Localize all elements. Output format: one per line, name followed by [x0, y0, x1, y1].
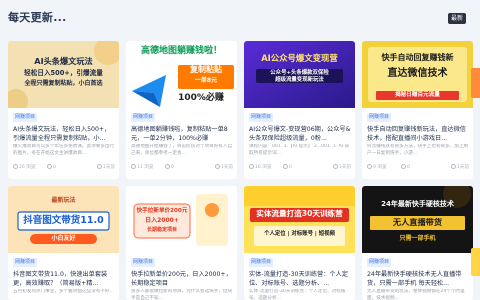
card-title[interactable]: 快手自动回复赚钱新玩法，直达微信技术，搭配直播间小游戏日...	[367, 125, 469, 143]
thumbnail-line: 揭秘日赚百元流量	[395, 92, 440, 98]
clock-icon	[332, 164, 338, 169]
comment-icon	[401, 164, 406, 169]
category-tag[interactable]: 网赚项目	[249, 258, 274, 267]
thumbnail-line: 复制粘贴	[190, 65, 222, 74]
card-thumbnail[interactable]: 抖音图文带货11.0 最新玩法 小白友好	[8, 186, 119, 253]
thumbnail-line: 公众号+头条爆款双保险	[270, 70, 329, 76]
article-card[interactable]: 快手拉新单价200元 日入2000+ 长期稳定项目 网赚项目 快手拉新单价200…	[126, 186, 237, 300]
category-tag[interactable]: 网赚项目	[367, 258, 392, 267]
thumbnail-headline: AI公众号爆文变现营	[261, 53, 338, 63]
thumbnail-line: 个人定位 | 对标账号 | 短视频	[264, 231, 335, 237]
card-description: 做火爆项目可以多个年任多免费课。此项要多出行的图片，冬在开始这文主讲爆款目...	[13, 144, 115, 156]
card-title[interactable]: 实体-流量打造-30天训练营：个人定位、对标账号、选题分析、...	[249, 270, 351, 288]
view-count: 11 浏览	[137, 165, 154, 170]
thumbnail-line: 长期稳定项目	[146, 227, 177, 233]
card-description: 五月初发热点门事业，多个雅项面这些没有不好...	[13, 289, 114, 294]
eye-icon	[13, 164, 18, 169]
post-date: 1天前	[338, 165, 351, 170]
thumbnail-headline: 快手自动回复赚钱新	[381, 53, 454, 62]
comment-count: 0	[289, 165, 292, 170]
card-title[interactable]: 快手拉新单价200元，日入2000+，长期稳定项目	[131, 270, 233, 288]
view-count: 26 浏览	[19, 165, 36, 170]
latest-button[interactable]: 最新	[447, 13, 466, 24]
clock-icon	[214, 164, 220, 169]
side-tab[interactable]	[471, 248, 480, 276]
thumbnail-line: 100%必赚	[178, 93, 224, 103]
card-thumbnail[interactable]: 高德地图躺赚钱啦！ 复制粘贴 一单8元 100%必赚	[126, 41, 237, 108]
card-meta: 26 浏览 0 1天前	[13, 164, 115, 172]
card-description: 课程内容：001. 1.【AI 提示】 2...001. 1. AI 获取所有提…	[249, 144, 350, 156]
card-title[interactable]: AI公众号爆文-变现营06期，公众号&头条双保险超级流量，0粉...	[249, 125, 351, 143]
eye-icon	[367, 164, 372, 169]
article-card[interactable]: AI公众号爆文变现营 公众号+头条爆款双保险 超级流量变现新玩法 网赚项目 AI…	[244, 41, 355, 179]
article-card[interactable]: 实体流量打造30天训练营 个人定位 | 对标账号 | 短视频 网赚项目 实体-流…	[244, 186, 355, 300]
card-description: 很多人都很做拉新的项目，为什么会选快手，但快手是自己不知...	[131, 289, 233, 300]
thumbnail-line: 轻松日入500+，引爆流量	[24, 69, 103, 77]
thumbnail-line: 无人直播带货	[392, 217, 443, 227]
category-tag[interactable]: 网赚项目	[367, 113, 392, 122]
card-title[interactable]: 24年最新快手硬核技术无人直播带货，只需一部手机 每天轻松...	[367, 270, 469, 288]
post-date: 1天前	[456, 165, 469, 170]
thumbnail-line: 只需一部手机	[399, 235, 436, 242]
post-date: 1天前	[102, 165, 115, 170]
thumbnail-headline: 抖音图文带货11.0	[23, 215, 104, 226]
card-thumbnail[interactable]: 实体流量打造30天训练营 个人定位 | 对标账号 | 短视频	[244, 186, 355, 253]
thumbnail-line: 日入2000+	[145, 217, 179, 224]
comment-count: 0	[407, 165, 410, 170]
card-meta: 9 浏览 0 1天前	[367, 164, 469, 172]
comment-icon	[165, 164, 170, 169]
view-count: 16 浏览	[255, 165, 272, 170]
card-thumbnail[interactable]: 24年最新快手硬核技术 无人直播带货 只需一部手机	[362, 186, 473, 253]
article-card[interactable]: 24年最新快手硬核技术 无人直播带货 只需一部手机 网赚项目 24年最新快手硬核…	[362, 186, 473, 300]
category-tag[interactable]: 网赚项目	[131, 113, 156, 122]
article-card[interactable]: 抖音图文带货11.0 最新玩法 小白友好 网赚项目 抖音图文带货11.0，快速出…	[8, 186, 119, 300]
card-thumbnail[interactable]: 快手拉新单价200元 日入2000+ 长期稳定项目	[126, 186, 237, 253]
card-description: 实体-流量打造-30天训练营：个人定位、对标账号、选题分析...	[249, 289, 346, 300]
thumbnail-headline: 24年最新快手硬核技术	[381, 200, 454, 208]
card-thumbnail[interactable]: 快手自动回复赚钱新 直达微信技术 揭秘日赚百元流量	[362, 41, 473, 108]
thumbnail-line: 全程只需复制粘贴，小白首选	[24, 80, 103, 87]
side-tab[interactable]	[471, 68, 480, 98]
article-card[interactable]: AI头条爆文玩法 轻松日入500+，引爆流量 全程只需复制粘贴，小白首选 网赚项…	[8, 41, 119, 179]
card-title[interactable]: 抖音图文带货11.0，快速出单套装更，高效赚取？（简易版+精...	[13, 270, 115, 288]
comment-count: 0	[171, 165, 174, 170]
thumbnail-line: 最新玩法	[51, 197, 76, 204]
card-title[interactable]: AI头条爆文玩法，轻松日入500+，引爆流量全程只需复制粘贴，小...	[13, 125, 115, 143]
clock-icon	[450, 164, 456, 169]
page-title: 每天更新...	[8, 11, 67, 24]
thumbnail-headline: AI头条爆文玩法	[34, 56, 93, 66]
card-thumbnail[interactable]: AI公众号爆文变现营 公众号+头条爆款双保险 超级流量变现新玩法	[244, 41, 355, 108]
thumbnail-headline: 快手拉新单价200元	[136, 208, 188, 214]
page-header: 每天更新... 最新	[0, 0, 480, 36]
card-meta: 11 浏览 0 1天前	[131, 164, 233, 172]
clock-icon	[96, 164, 102, 169]
comment-count: 0	[53, 165, 56, 170]
card-description: 无人直播带货的玩法，整体视频都在24个小时里面，技术视频...	[367, 289, 465, 300]
thumbnail-line: 直达微信技术	[387, 68, 448, 79]
card-description: 高德地图开始赚钱了，目前阶段对个项目好有人自己来，单位都参考一定会...	[131, 144, 233, 156]
eye-icon	[249, 164, 254, 169]
card-meta: 16 浏览 0 1天前	[249, 164, 351, 172]
eye-icon	[131, 164, 136, 169]
thumbnail-background	[244, 186, 355, 253]
thumbnail-line: 一单8元	[194, 77, 218, 84]
category-tag[interactable]: 网赚项目	[249, 113, 274, 122]
article-card[interactable]: 高德地图躺赚钱啦！ 复制粘贴 一单8元 100%必赚 网赚项目 高德地图躺赚钱啦…	[126, 41, 237, 179]
thumbnail-headline: 实体流量打造30天训练营	[256, 209, 343, 218]
view-count: 9 浏览	[373, 165, 387, 170]
post-date: 1天前	[220, 165, 233, 170]
thumbnail-line: 超级流量变现新玩法	[275, 77, 324, 83]
category-tag[interactable]: 网赚项目	[131, 258, 156, 267]
thumbnail-line: 小白友好	[51, 235, 76, 242]
category-tag[interactable]: 网赚项目	[13, 258, 38, 267]
category-tag[interactable]: 网赚项目	[13, 113, 38, 122]
thumbnail-headline: 高德地图躺赚钱啦！	[140, 46, 222, 56]
card-thumbnail[interactable]: AI头条爆文玩法 轻松日入500+，引爆流量 全程只需复制粘贴，小白首选	[8, 41, 119, 108]
comment-icon	[47, 164, 52, 169]
card-description: 抖音赚钱就有很多方法，快手上也有很多，加上用户一日复到快手，小游...	[367, 144, 469, 156]
comment-icon	[283, 164, 288, 169]
card-title[interactable]: 高德地图躺赚钱啦，复制粘贴一单8元，一单2分钟，100%必赚	[131, 125, 233, 143]
article-card[interactable]: 快手自动回复赚钱新 直达微信技术 揭秘日赚百元流量 网赚项目 快手自动回复赚钱新…	[362, 41, 473, 179]
